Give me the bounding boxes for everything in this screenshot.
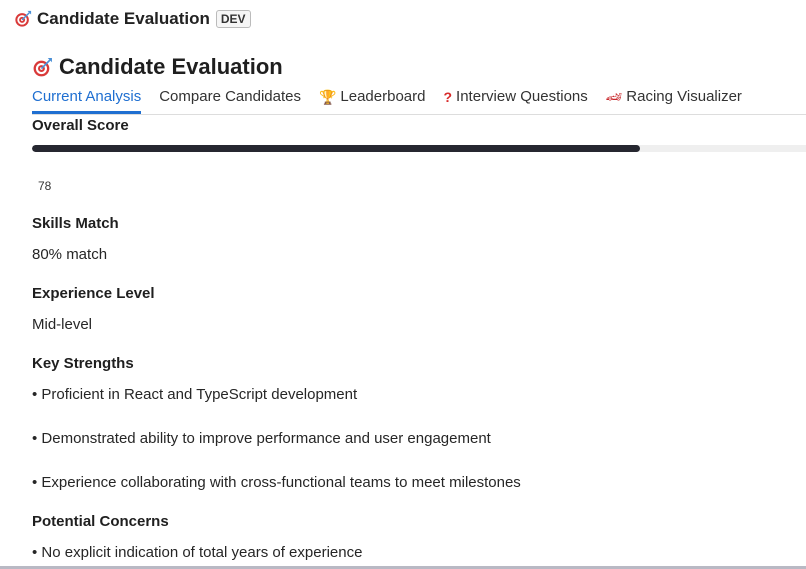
overall-score-progress-fill [32, 145, 641, 152]
page-title-text: Candidate Evaluation [59, 54, 283, 79]
tab-interview-questions[interactable]: ? Interview Questions [443, 86, 587, 113]
page-title: Candidate Evaluation [32, 53, 283, 81]
experience-level-label: Experience Level [32, 285, 155, 302]
overall-score-progress-bar [32, 145, 806, 152]
app-page: Candidate Evaluation DEV Candidate Evalu… [0, 0, 806, 569]
tab-current-analysis[interactable]: Current Analysis [32, 86, 142, 114]
tab-racing-visualizer[interactable]: 🏎 Racing Visualizer [606, 86, 742, 113]
experience-level-value: Mid-level [32, 316, 93, 333]
window-title: Candidate Evaluation [37, 9, 210, 28]
skills-match-label: Skills Match [32, 215, 119, 232]
tab-label: Leaderboard [340, 88, 426, 105]
tab-label: Racing Visualizer [626, 88, 742, 105]
race-car-icon: 🏎 [605, 89, 623, 104]
list-item: • Proficient in React and TypeScript dev… [32, 386, 358, 403]
tab-bar: Current Analysis Compare Candidates 🏆 Le… [32, 86, 806, 115]
tab-leaderboard[interactable]: 🏆 Leaderboard [319, 86, 426, 113]
potential-concerns-label: Potential Concerns [32, 513, 169, 530]
tab-label: Current Analysis [32, 88, 142, 105]
tab-label: Compare Candidates [159, 88, 301, 105]
list-item: • Experience collaborating with cross-fu… [32, 474, 521, 491]
question-icon: ? [443, 89, 453, 105]
list-item: • No explicit indication of total years … [32, 544, 363, 561]
skills-match-value: 80% match [32, 246, 108, 263]
window-title-bar: Candidate Evaluation DEV [14, 8, 251, 30]
target-icon [15, 10, 32, 27]
key-strengths-label: Key Strengths [32, 355, 134, 372]
overall-score-value: 78 [38, 179, 52, 193]
target-icon [33, 57, 52, 76]
env-badge: DEV [215, 10, 251, 28]
tab-compare-candidates[interactable]: Compare Candidates [159, 86, 301, 113]
tab-label: Interview Questions [456, 88, 588, 105]
trophy-icon: 🏆 [318, 89, 337, 105]
list-item: • Demonstrated ability to improve perfor… [32, 430, 491, 447]
overall-score-label: Overall Score [32, 117, 129, 134]
